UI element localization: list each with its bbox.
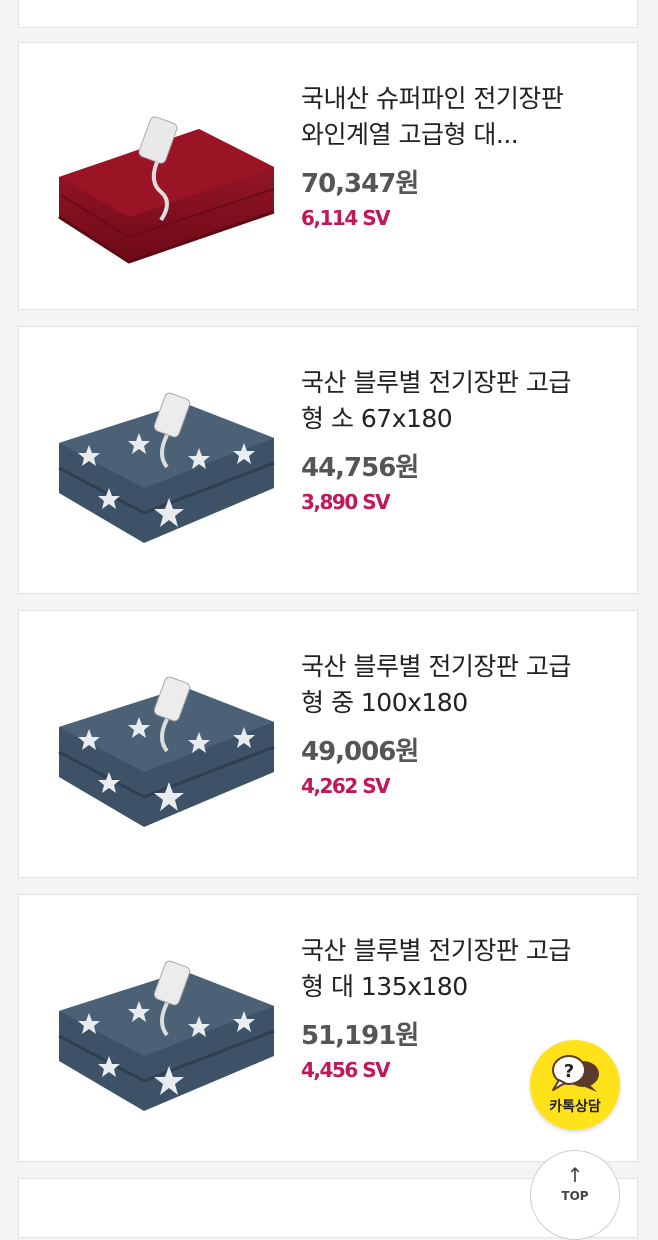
scroll-top-label: TOP — [561, 1189, 589, 1203]
product-sv: 6,114 SV — [301, 206, 391, 230]
product-card-partial[interactable] — [18, 0, 638, 28]
product-title[interactable]: 국산 블루별 전기장판 고급 형 대 135x180 — [301, 933, 617, 1005]
product-image — [49, 647, 289, 847]
scroll-top-button[interactable]: ↑ TOP — [530, 1150, 620, 1240]
product-card[interactable]: 국내산 슈퍼파인 전기장판 와인계열 고급형 대... 70,347원 6,114… — [18, 42, 638, 310]
kakao-consult-button[interactable]: ? 카톡상담 — [530, 1040, 620, 1130]
product-price: 70,347원 — [301, 169, 419, 199]
product-price: 44,756원 — [301, 453, 419, 483]
product-price: 49,006원 — [301, 737, 419, 767]
product-card[interactable]: 국산 블루별 전기장판 고급 형 중 100x180 49,006원 4,262 … — [18, 610, 638, 878]
product-sv: 3,890 SV — [301, 490, 391, 514]
question-bubble-icon: ? — [547, 1052, 603, 1100]
product-title[interactable]: 국산 블루별 전기장판 고급 형 소 67x180 — [301, 365, 617, 437]
product-image — [49, 77, 289, 277]
product-card[interactable]: 국산 블루별 전기장판 고급 형 대 135x180 51,191원 4,456 … — [18, 894, 638, 1162]
product-image — [49, 363, 289, 563]
up-arrow-icon: ↑ — [566, 1163, 584, 1187]
product-title[interactable]: 국내산 슈퍼파인 전기장판 와인계열 고급형 대... — [301, 81, 617, 153]
product-card[interactable]: 국산 블루별 전기장판 고급 형 소 67x180 44,756원 3,890 S… — [18, 326, 638, 594]
product-image — [49, 931, 289, 1131]
product-sv: 4,262 SV — [301, 774, 391, 798]
kakao-consult-label: 카톡상담 — [549, 1099, 601, 1115]
product-title[interactable]: 국산 블루별 전기장판 고급 형 중 100x180 — [301, 649, 617, 721]
svg-text:?: ? — [564, 1061, 574, 1082]
